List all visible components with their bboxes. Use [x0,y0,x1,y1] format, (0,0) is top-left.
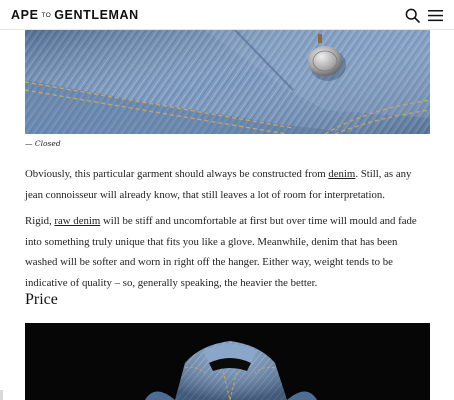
article-paragraph: Rigid, raw denim will be stiff and uncom… [25,211,430,293]
denim-link[interactable]: denim [328,168,355,180]
site-logo[interactable]: APE TO GENTLEMAN [11,8,139,23]
search-icon[interactable] [405,8,420,23]
logo-word-ape: APE [11,8,39,22]
logo-word-to: TO [41,12,52,19]
scroll-edge-marker [0,390,3,400]
denim-jacket-closeup-image [25,30,430,134]
hamburger-menu-icon[interactable] [428,9,443,22]
section-heading: Price [25,291,58,308]
article-paragraph: Obviously, this particular garment shoul… [25,164,430,205]
paragraph-text: Obviously, this particular garment shoul… [25,168,329,180]
raw-denim-link[interactable]: raw denim [54,215,100,227]
paragraph-text: Rigid, [25,215,55,227]
site-header: APE TO GENTLEMAN [0,0,454,30]
denim-jacket-product-image [25,323,430,400]
logo-word-gentleman: GENTLEMAN [54,8,139,22]
image-caption: — Closed [25,139,61,148]
